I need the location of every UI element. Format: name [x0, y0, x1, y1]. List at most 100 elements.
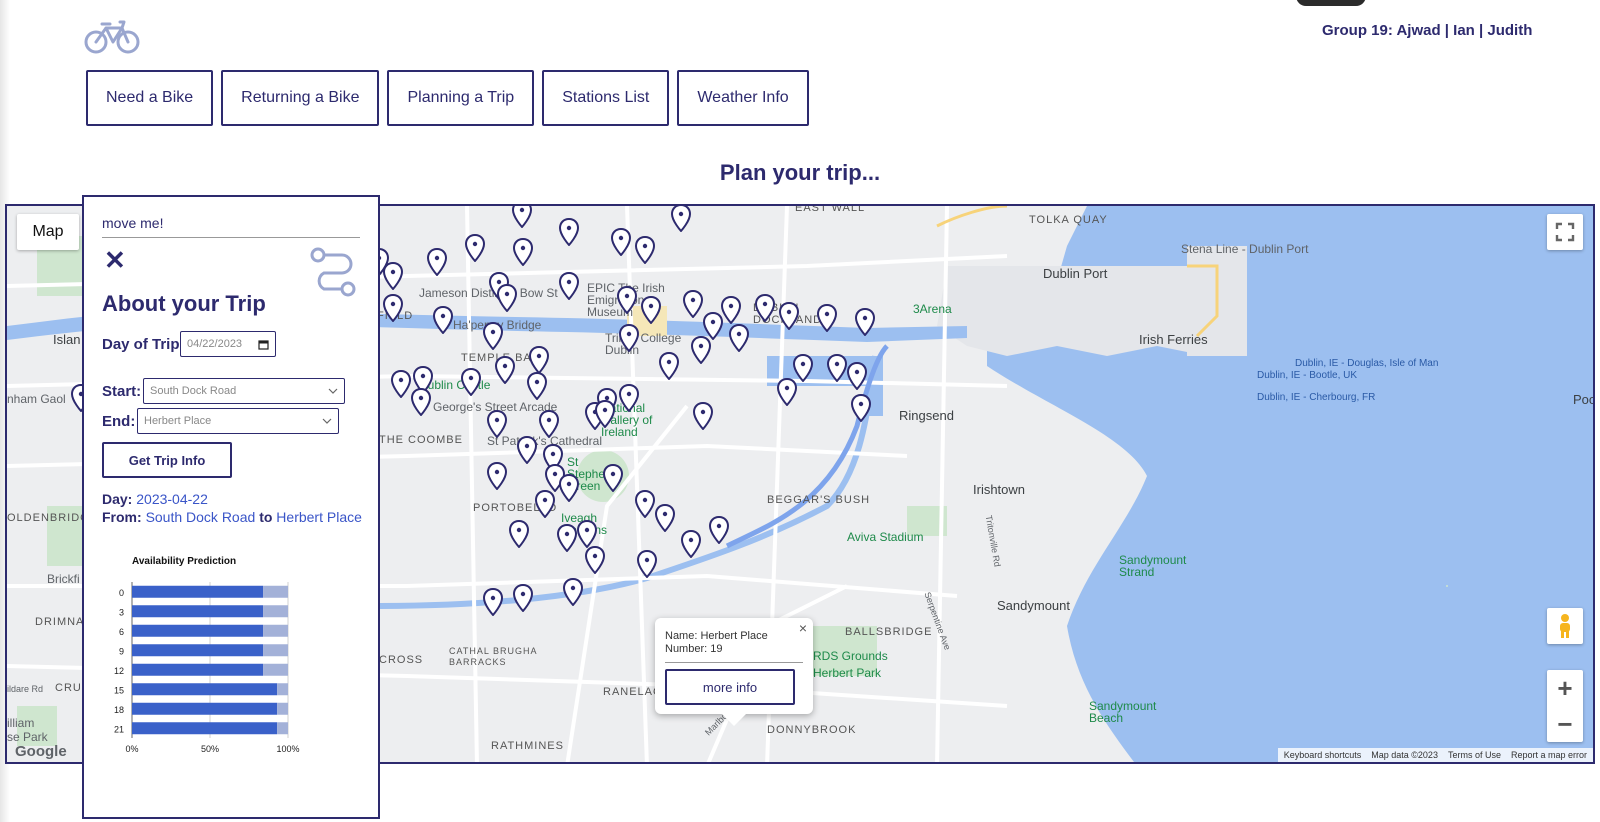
station-marker-icon[interactable] — [529, 346, 549, 374]
station-marker-icon[interactable] — [465, 234, 485, 262]
more-info-button[interactable]: more info — [665, 669, 795, 705]
top-button-partial[interactable] — [1296, 0, 1366, 6]
route-icon — [310, 247, 356, 297]
station-marker-icon[interactable] — [391, 370, 411, 398]
station-marker-icon[interactable] — [411, 388, 431, 416]
map-label-ballsbridge: BALLSBRIDGE — [845, 626, 933, 638]
station-marker-icon[interactable] — [619, 384, 639, 412]
station-marker-icon[interactable] — [637, 550, 657, 578]
chart-bar-available — [132, 722, 278, 735]
chart-bar-remaining — [263, 644, 288, 657]
nav-weather-info-button[interactable]: Weather Info — [677, 70, 809, 126]
day-of-trip-input[interactable]: 04/22/2023 — [180, 331, 276, 357]
nav-returning-a-bike-button[interactable]: Returning a Bike — [221, 70, 380, 126]
station-marker-icon[interactable] — [535, 490, 555, 518]
zoom-in-button[interactable]: + — [1547, 670, 1583, 706]
station-marker-icon[interactable] — [585, 546, 605, 574]
report-map-error-link[interactable]: Report a map error — [1511, 750, 1587, 760]
station-marker-icon[interactable] — [817, 304, 837, 332]
bicycle-icon[interactable] — [84, 16, 140, 56]
station-marker-icon[interactable] — [557, 524, 577, 552]
station-marker-icon[interactable] — [683, 290, 703, 318]
map-attribution: Keyboard shortcuts Map data ©2023 Terms … — [1277, 748, 1593, 762]
panel-title: About your Trip — [102, 291, 266, 316]
station-marker-icon[interactable] — [513, 238, 533, 266]
station-marker-icon[interactable] — [512, 204, 532, 228]
map-label-beggars-bush: BEGGAR'S BUSH — [767, 494, 871, 506]
zoom-out-button[interactable]: − — [1547, 706, 1583, 742]
station-marker-icon[interactable] — [487, 462, 507, 490]
station-marker-icon[interactable] — [559, 272, 579, 300]
terms-of-use-link[interactable]: Terms of Use — [1448, 750, 1501, 760]
station-marker-icon[interactable] — [513, 584, 533, 612]
station-marker-icon[interactable] — [671, 204, 691, 232]
end-select-value: Herbert Place — [144, 415, 212, 427]
map-label-aviva: Aviva Stadium — [847, 530, 924, 544]
fullscreen-icon[interactable] — [1547, 214, 1583, 250]
end-select[interactable]: Herbert Place — [137, 408, 339, 434]
chart-bar-remaining — [277, 722, 288, 735]
station-marker-icon[interactable] — [595, 400, 615, 428]
station-marker-icon[interactable] — [755, 294, 775, 322]
summary-route: From: South Dock Road to Herbert Place — [102, 509, 362, 525]
station-marker-icon[interactable] — [559, 218, 579, 246]
map-label-se-park: se Park — [7, 730, 48, 744]
keyboard-shortcuts-link[interactable]: Keyboard shortcuts — [1284, 750, 1362, 760]
station-marker-icon[interactable] — [517, 436, 537, 464]
map-label-herbert-park: Herbert Park — [813, 666, 882, 680]
chart-bar-available — [132, 644, 264, 657]
nav-planning-a-trip-button[interactable]: Planning a Trip — [387, 70, 535, 126]
station-marker-icon[interactable] — [497, 284, 517, 312]
close-panel-button[interactable]: ✕ — [104, 245, 126, 276]
nav-stations-list-button[interactable]: Stations List — [542, 70, 670, 126]
station-marker-icon[interactable] — [433, 306, 453, 334]
get-trip-info-button[interactable]: Get Trip Info — [102, 442, 232, 478]
station-marker-icon[interactable] — [539, 410, 559, 438]
station-marker-icon[interactable] — [619, 324, 639, 352]
station-marker-icon[interactable] — [659, 352, 679, 380]
station-marker-icon[interactable] — [559, 474, 579, 502]
station-marker-icon[interactable] — [461, 368, 481, 396]
station-marker-icon[interactable] — [483, 588, 503, 616]
nav-need-a-bike-button[interactable]: Need a Bike — [86, 70, 214, 126]
station-marker-icon[interactable] — [779, 302, 799, 330]
station-marker-icon[interactable] — [487, 410, 507, 438]
station-marker-icon[interactable] — [793, 354, 813, 382]
info-window-name: Name: Herbert Place — [665, 630, 768, 642]
station-marker-icon[interactable] — [851, 394, 871, 422]
station-marker-icon[interactable] — [721, 296, 741, 324]
station-marker-icon[interactable] — [577, 520, 597, 548]
station-marker-icon[interactable] — [563, 578, 583, 606]
page: Group 19: Ajwad | Ian | Judith Need a Bi… — [0, 0, 1600, 822]
station-marker-icon[interactable] — [681, 530, 701, 558]
station-marker-icon[interactable] — [693, 402, 713, 430]
station-marker-icon[interactable] — [655, 504, 675, 532]
pegman-icon[interactable] — [1547, 608, 1583, 644]
station-marker-icon[interactable] — [777, 378, 797, 406]
station-marker-icon[interactable] — [495, 356, 515, 384]
station-marker-icon[interactable] — [847, 362, 867, 390]
station-marker-icon[interactable] — [483, 322, 503, 350]
station-marker-icon[interactable] — [509, 520, 529, 548]
info-window-close-button[interactable]: × — [799, 620, 807, 636]
map-label-dublin-port: Dublin Port — [1043, 266, 1108, 281]
station-marker-icon[interactable] — [427, 248, 447, 276]
station-marker-icon[interactable] — [603, 464, 623, 492]
start-select[interactable]: South Dock Road — [143, 378, 345, 404]
station-marker-icon[interactable] — [527, 372, 547, 400]
map-type-button[interactable]: Map — [17, 214, 79, 250]
station-marker-icon[interactable] — [827, 354, 847, 382]
station-marker-icon[interactable] — [855, 308, 875, 336]
station-marker-icon[interactable] — [611, 228, 631, 256]
station-marker-icon[interactable] — [729, 324, 749, 352]
station-marker-icon[interactable] — [709, 516, 729, 544]
trip-panel[interactable]: move me! ✕ About your Trip Day of Trip: … — [82, 195, 380, 819]
station-marker-icon[interactable] — [635, 236, 655, 264]
chart-title: Availability Prediction — [132, 556, 236, 567]
station-marker-icon[interactable] — [641, 296, 661, 324]
station-marker-icon[interactable] — [383, 294, 403, 322]
station-marker-icon[interactable] — [617, 286, 637, 314]
drag-handle[interactable]: move me! — [102, 215, 163, 231]
station-marker-icon[interactable] — [691, 336, 711, 364]
station-marker-icon[interactable] — [635, 490, 655, 518]
